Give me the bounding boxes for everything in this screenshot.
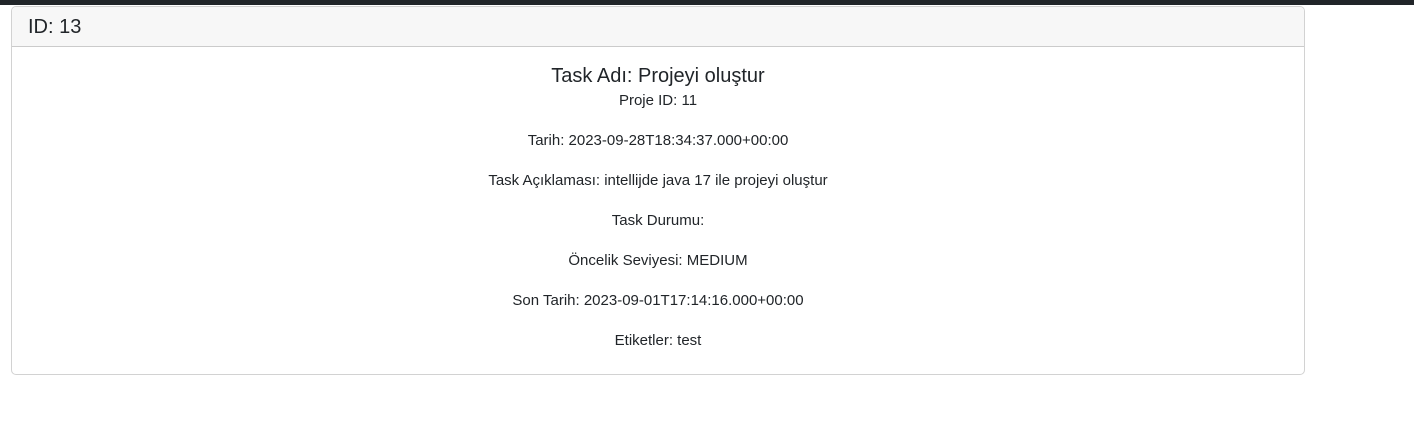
task-card: ID: 13 Task Adı: Projeyi oluştur Proje I… xyxy=(11,6,1305,375)
card-header: ID: 13 xyxy=(12,7,1304,47)
due-date-text: Son Tarih: 2023-09-01T17:14:16.000+00:00 xyxy=(512,292,804,309)
date-text: Tarih: 2023-09-28T18:34:37.000+00:00 xyxy=(527,132,789,149)
project-id-text: Proje ID: 11 xyxy=(618,92,698,109)
card-body: Task Adı: Projeyi oluştur Proje ID: 11 T… xyxy=(12,47,1304,359)
top-navbar-strip xyxy=(0,0,1414,5)
status-text: Task Durumu: xyxy=(611,212,705,229)
task-title: Task Adı: Projeyi oluştur xyxy=(551,65,765,87)
tags-text: Etiketler: test xyxy=(614,332,702,349)
task-id-label: ID: 13 xyxy=(28,15,82,38)
priority-text: Öncelik Seviyesi: MEDIUM xyxy=(568,252,748,269)
description-text: Task Açıklaması: intellijde java 17 ile … xyxy=(488,172,828,189)
